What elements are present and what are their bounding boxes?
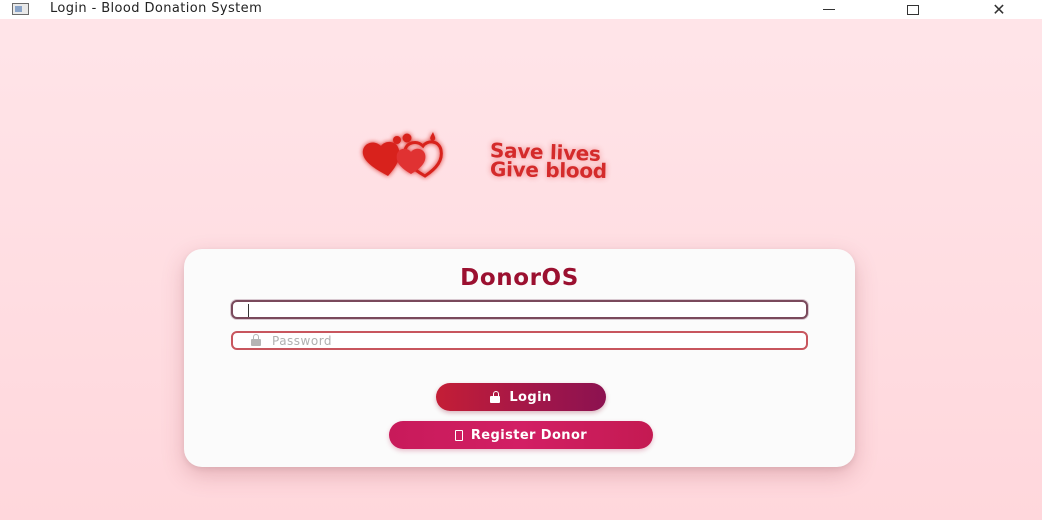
register-button-label: Register Donor (470, 427, 588, 443)
app-window-icon (12, 3, 29, 15)
lock-icon (251, 333, 261, 346)
login-card: DonorOS Password Login Register Donor (184, 249, 855, 467)
close-button[interactable]: ✕ (976, 0, 1022, 19)
logo-text-line2: Give blood (489, 156, 608, 184)
hearts-logo-icon (362, 132, 443, 178)
login-button-label: Login (509, 389, 552, 405)
box-icon (454, 429, 463, 441)
minimize-icon (823, 9, 835, 10)
login-button[interactable]: Login (436, 383, 606, 411)
window-title: Login - Blood Donation System (50, 1, 263, 16)
register-donor-button[interactable]: Register Donor (389, 421, 653, 449)
unlock-icon (490, 390, 501, 403)
password-input[interactable]: Password (231, 331, 808, 350)
username-input[interactable] (231, 300, 808, 319)
close-icon: ✕ (992, 0, 1006, 19)
text-cursor (248, 304, 249, 317)
save-lives-logo: Save lives Give blood (355, 128, 685, 188)
password-placeholder: Password (272, 333, 333, 348)
maximize-icon (907, 4, 919, 15)
card-title: DonorOS (460, 265, 579, 291)
minimize-button[interactable] (806, 0, 852, 19)
title-bar: Login - Blood Donation System ✕ (0, 0, 1042, 19)
login-window: Login - Blood Donation System ✕ Save liv… (0, 0, 1042, 520)
maximize-button[interactable] (890, 0, 936, 19)
